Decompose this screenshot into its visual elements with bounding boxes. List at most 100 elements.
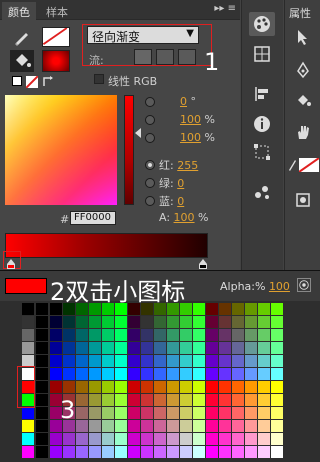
alpha-field[interactable]: A: 100 % xyxy=(159,211,209,224)
swatch-left-1[interactable] xyxy=(22,316,34,328)
swatch-cell[interactable] xyxy=(63,433,75,445)
gradient-stop-left-swatch[interactable] xyxy=(7,264,15,269)
swatch-cell[interactable] xyxy=(258,316,270,328)
swatch-cell[interactable] xyxy=(258,381,270,393)
swatch-cell[interactable] xyxy=(102,303,114,315)
swatch-cell[interactable] xyxy=(258,342,270,354)
swatch-cell[interactable] xyxy=(63,381,75,393)
swatch-cell[interactable] xyxy=(232,316,244,328)
swatch-cell[interactable] xyxy=(89,433,101,445)
blue-radio[interactable] xyxy=(145,196,155,206)
swatch-cell[interactable] xyxy=(193,433,205,445)
swatch-cell[interactable] xyxy=(154,407,166,419)
gradient-stop-right-swatch[interactable] xyxy=(199,264,207,269)
swatch-cell[interactable] xyxy=(180,446,192,458)
swatch-cell[interactable] xyxy=(271,446,283,458)
swatch-cell[interactable] xyxy=(180,394,192,406)
swatch-cell[interactable] xyxy=(50,446,62,458)
swatch-cell[interactable] xyxy=(271,433,283,445)
swatch-cell[interactable] xyxy=(128,329,140,341)
color-picker-icon[interactable] xyxy=(297,278,311,292)
swatch-cell[interactable] xyxy=(50,433,62,445)
swatch-cell[interactable] xyxy=(193,446,205,458)
swatch-cell[interactable] xyxy=(128,368,140,380)
swatch-cell[interactable] xyxy=(50,355,62,367)
swatch-cell[interactable] xyxy=(180,355,192,367)
color-field[interactable] xyxy=(5,95,117,205)
swatch-cell[interactable] xyxy=(219,316,231,328)
swatch-cell[interactable] xyxy=(219,433,231,445)
swatch-cell[interactable] xyxy=(63,329,75,341)
transform-icon[interactable] xyxy=(249,140,275,164)
swatch-left-2[interactable] xyxy=(22,329,34,341)
swatch-black-8[interactable] xyxy=(36,407,48,419)
swatch-cell[interactable] xyxy=(219,355,231,367)
swatch-cell[interactable] xyxy=(102,368,114,380)
swatch-cell[interactable] xyxy=(219,342,231,354)
swatch-cell[interactable] xyxy=(89,446,101,458)
swatch-cell[interactable] xyxy=(141,381,153,393)
green-field[interactable]: 绿: 0 xyxy=(159,175,184,191)
hex-input[interactable]: FF0000 xyxy=(70,211,116,225)
swatch-cell[interactable] xyxy=(89,355,101,367)
swatch-cell[interactable] xyxy=(219,381,231,393)
swatch-cell[interactable] xyxy=(167,407,179,419)
swatch-cell[interactable] xyxy=(102,433,114,445)
swatch-cell[interactable] xyxy=(219,407,231,419)
swatch-cell[interactable] xyxy=(245,368,257,380)
swatch-cell[interactable] xyxy=(232,329,244,341)
swatch-cell[interactable] xyxy=(76,394,88,406)
swatch-cell[interactable] xyxy=(115,342,127,354)
hue-slider-handle[interactable] xyxy=(135,128,141,138)
swatch-cell[interactable] xyxy=(167,381,179,393)
swatch-black-6[interactable] xyxy=(36,381,48,393)
swatch-cell[interactable] xyxy=(245,394,257,406)
swatch-cell[interactable] xyxy=(167,394,179,406)
swatch-black-11[interactable] xyxy=(36,446,48,458)
swatch-cell[interactable] xyxy=(180,433,192,445)
swatch-cell[interactable] xyxy=(258,407,270,419)
swatch-cell[interactable] xyxy=(141,355,153,367)
swatch-cell[interactable] xyxy=(167,303,179,315)
swatch-left-10[interactable] xyxy=(22,433,34,445)
swatch-cell[interactable] xyxy=(89,407,101,419)
stroke-pencil-icon[interactable] xyxy=(287,158,297,172)
no-color-icon[interactable] xyxy=(25,75,39,89)
swatch-cell[interactable] xyxy=(89,303,101,315)
swatch-cell[interactable] xyxy=(271,420,283,432)
swatch-cell[interactable] xyxy=(206,381,218,393)
black-white-icon[interactable] xyxy=(12,76,22,86)
swatch-cell[interactable] xyxy=(63,303,75,315)
swatch-cell[interactable] xyxy=(115,446,127,458)
swatch-cell[interactable] xyxy=(271,329,283,341)
swatch-cell[interactable] xyxy=(63,355,75,367)
swatch-cell[interactable] xyxy=(232,394,244,406)
swatch-left-9[interactable] xyxy=(22,420,34,432)
swatch-cell[interactable] xyxy=(102,407,114,419)
grid-panel-icon[interactable] xyxy=(249,42,275,66)
components-icon[interactable] xyxy=(249,180,275,204)
swatch-cell[interactable] xyxy=(271,342,283,354)
swatch-cell[interactable] xyxy=(258,394,270,406)
swatch-cell[interactable] xyxy=(193,368,205,380)
swatch-cell[interactable] xyxy=(232,368,244,380)
swatch-cell[interactable] xyxy=(128,303,140,315)
paint-bucket-tool-icon[interactable] xyxy=(290,88,316,112)
pen-tool-icon[interactable] xyxy=(290,58,316,82)
swatch-cell[interactable] xyxy=(63,342,75,354)
swatch-cell[interactable] xyxy=(76,433,88,445)
swatch-cell[interactable] xyxy=(76,316,88,328)
selection-arrow-icon[interactable] xyxy=(290,25,316,49)
swatch-cell[interactable] xyxy=(232,355,244,367)
swatch-cell[interactable] xyxy=(128,407,140,419)
swatch-cell[interactable] xyxy=(154,342,166,354)
swatch-cell[interactable] xyxy=(219,303,231,315)
swatch-cell[interactable] xyxy=(180,342,192,354)
swatch-cell[interactable] xyxy=(128,381,140,393)
swatch-cell[interactable] xyxy=(154,316,166,328)
paint-bucket-icon[interactable] xyxy=(10,50,34,72)
swatch-black-3[interactable] xyxy=(36,342,48,354)
blue-field[interactable]: 蓝: 0 xyxy=(159,193,184,209)
swatch-cell[interactable] xyxy=(258,368,270,380)
swatch-cell[interactable] xyxy=(115,316,127,328)
